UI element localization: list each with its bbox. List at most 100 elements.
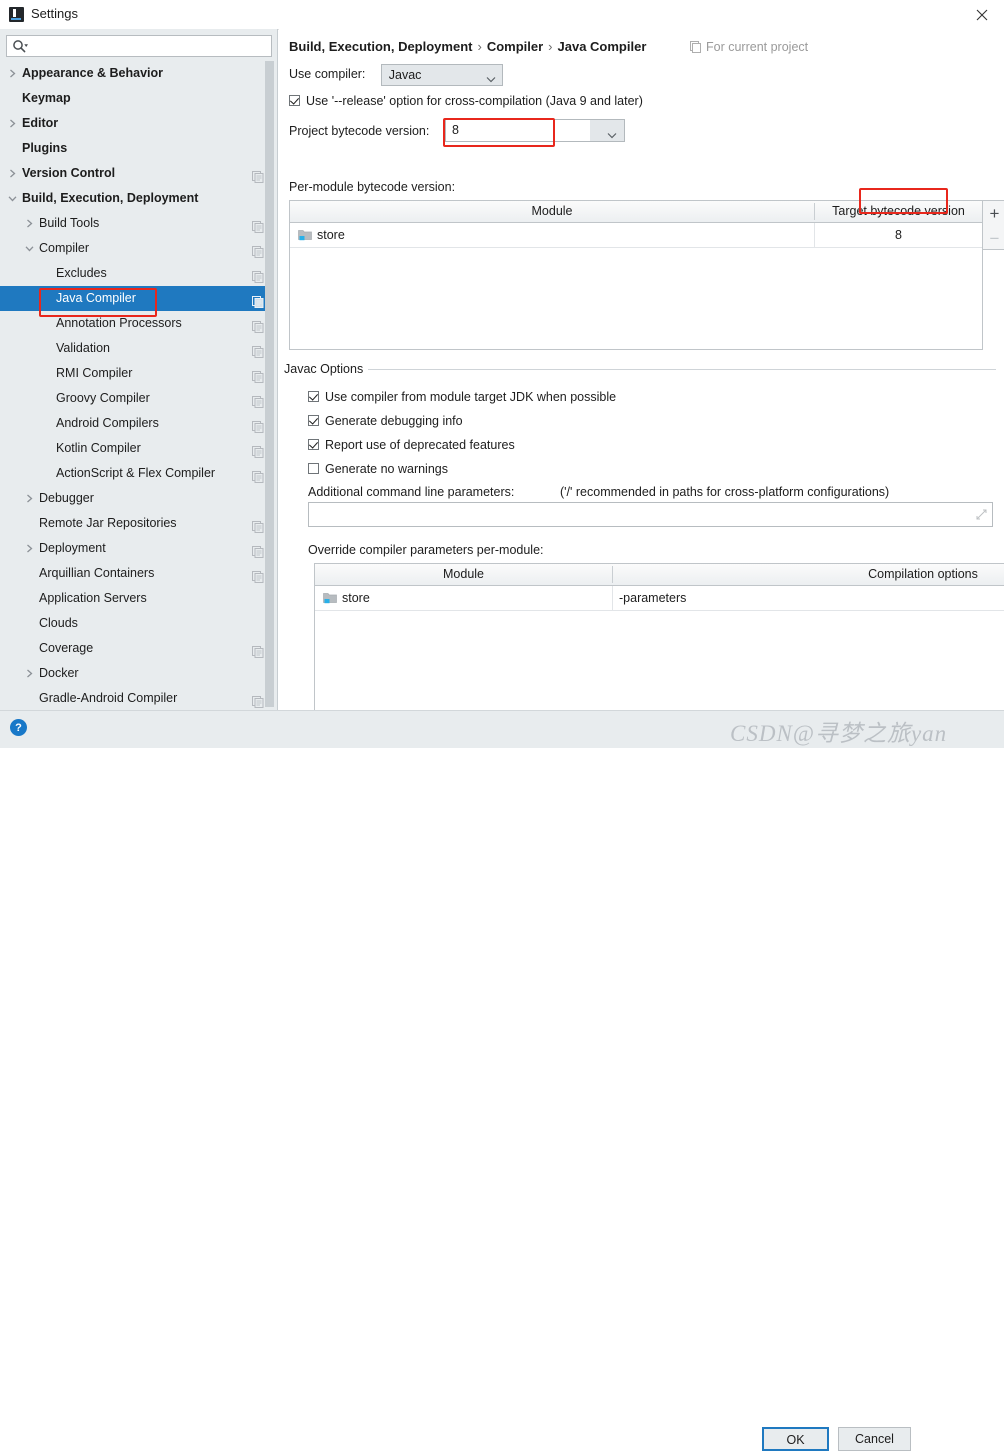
module-settings-icon[interactable] [252,467,264,483]
chevron-down-icon[interactable] [607,128,617,139]
sidebar-item-label: Clouds [39,616,78,630]
sidebar-item-plugins[interactable]: Plugins [0,136,272,161]
cell-target-bytecode-version[interactable]: 8 [815,223,982,247]
sidebar-item-clouds[interactable]: Clouds [0,611,272,636]
sidebar-item-remote-jar-repositories[interactable]: Remote Jar Repositories [0,511,272,536]
generate-debugging-info-checkbox-row[interactable]: Generate debugging info [308,414,463,428]
sidebar-item-java-compiler[interactable]: Java Compiler [0,286,272,311]
chevron-down-icon [486,72,496,83]
module-settings-icon[interactable] [252,217,264,233]
sidebar-item-compiler[interactable]: Compiler [0,236,272,261]
chevron-right-icon[interactable] [5,111,19,136]
module-settings-icon[interactable] [252,692,264,708]
table-row[interactable]: store -parameters [315,586,1004,611]
override-params-table[interactable]: Module Compilation options store -parame… [314,563,1004,711]
settings-tree[interactable]: Appearance & Behavior Keymap Editor Plugins… [0,61,272,711]
ok-button[interactable]: OK [762,1427,829,1451]
sidebar-scrollbar-thumb[interactable] [265,61,274,707]
release-option-label: Use '--release' option for cross-compila… [306,94,643,108]
breadcrumb-part-1[interactable]: Build, Execution, Deployment [289,39,472,54]
cancel-button[interactable]: Cancel [838,1427,911,1451]
help-button[interactable]: ? [10,719,27,736]
group-divider [351,369,996,370]
chevron-down-icon[interactable] [22,236,36,261]
chevron-right-icon[interactable] [22,661,36,686]
chevron-right-icon[interactable] [22,536,36,561]
chevron-right-icon[interactable] [5,161,19,186]
sidebar-item-actionscript-flex-compiler[interactable]: ActionScript & Flex Compiler [0,461,272,486]
column-header-module[interactable]: Module [315,564,612,585]
project-bytecode-version-input[interactable]: 8 [446,120,590,141]
sidebar-item-coverage[interactable]: Coverage [0,636,272,661]
dialog-footer: ? OK Cancel [0,710,1004,1451]
sidebar-item-application-servers[interactable]: Application Servers [0,586,272,611]
module-settings-icon[interactable] [252,642,264,658]
use-compiler-select[interactable]: Javac [380,64,503,86]
search-box[interactable] [6,35,272,57]
module-settings-icon[interactable] [252,367,264,383]
generate-no-warnings-checkbox[interactable] [308,463,319,474]
chevron-right-icon[interactable] [5,61,19,86]
use-compiler-row: Use compiler: Javac [289,64,503,86]
sidebar-item-android-compilers[interactable]: Android Compilers [0,411,272,436]
chevron-down-icon[interactable] [5,186,19,211]
module-settings-icon[interactable] [252,442,264,458]
sidebar-item-docker[interactable]: Docker [0,661,272,686]
module-settings-icon[interactable] [252,567,264,583]
sidebar-item-version-control[interactable]: Version Control [0,161,272,186]
sidebar-item-annotation-processors[interactable]: Annotation Processors [0,311,272,336]
settings-main-panel: Build, Execution, Deployment › Compiler › Ja… [279,29,1004,711]
sidebar-item-arquillian-containers[interactable]: Arquillian Containers [0,561,272,586]
module-settings-icon[interactable] [252,542,264,558]
generate-no-warnings-checkbox-row[interactable]: Generate no warnings [308,462,448,476]
sidebar-item-validation[interactable]: Validation [0,336,272,361]
use-module-jdk-compiler-checkbox-row[interactable]: Use compiler from module target JDK when… [308,390,616,404]
add-module-button[interactable]: + [983,203,1004,225]
column-header-target-bytecode-version[interactable]: Target bytecode version [815,201,982,222]
sidebar-item-appearance-behavior[interactable]: Appearance & Behavior [0,61,272,86]
sidebar-item-keymap[interactable]: Keymap [0,86,272,111]
sidebar-item-debugger[interactable]: Debugger [0,486,272,511]
settings-sidebar: Appearance & Behavior Keymap Editor Plugins… [0,29,278,711]
use-module-jdk-compiler-checkbox[interactable] [308,391,319,402]
remove-module-button[interactable]: − [983,228,1004,250]
module-settings-icon[interactable] [252,242,264,258]
additional-params-input[interactable] [308,502,993,527]
module-settings-icon[interactable] [252,292,264,308]
chevron-right-icon[interactable] [22,486,36,511]
chevron-right-icon[interactable] [22,211,36,236]
sidebar-item-rmi-compiler[interactable]: RMI Compiler [0,361,272,386]
search-icon [12,39,28,54]
sidebar-item-editor[interactable]: Editor [0,111,272,136]
sidebar-item-build-tools[interactable]: Build Tools [0,211,272,236]
module-settings-icon[interactable] [252,317,264,333]
module-settings-icon[interactable] [252,267,264,283]
sidebar-item-build-execution-deployment[interactable]: Build, Execution, Deployment [0,186,272,211]
breadcrumb-part-2[interactable]: Compiler [487,39,543,54]
module-settings-icon[interactable] [252,517,264,533]
expand-icon[interactable] [976,509,987,520]
table-row[interactable]: store 8 [290,223,982,248]
release-option-checkbox-row[interactable]: Use '--release' option for cross-compila… [289,94,643,108]
close-icon[interactable] [960,0,1004,29]
project-bytecode-version-select[interactable]: 8 [445,119,625,142]
cell-compilation-options[interactable]: -parameters [619,586,686,610]
report-deprecated-checkbox[interactable] [308,439,319,450]
sidebar-item-gradle-android-compiler[interactable]: Gradle-Android Compiler [0,686,272,711]
sidebar-item-excludes[interactable]: Excludes [0,261,272,286]
sidebar-item-kotlin-compiler[interactable]: Kotlin Compiler [0,436,272,461]
module-settings-icon[interactable] [252,342,264,358]
generate-debugging-info-checkbox[interactable] [308,415,319,426]
module-settings-icon[interactable] [252,392,264,408]
report-deprecated-checkbox-row[interactable]: Report use of deprecated features [308,438,515,452]
sidebar-item-deployment[interactable]: Deployment [0,536,272,561]
module-settings-icon[interactable] [252,167,264,183]
release-option-checkbox[interactable] [289,95,300,106]
per-module-bytecode-table[interactable]: Module Target bytecode version store 8 [289,200,983,350]
sidebar-item-groovy-compiler[interactable]: Groovy Compiler [0,386,272,411]
search-input[interactable] [32,37,271,57]
module-settings-icon[interactable] [252,417,264,433]
column-header-compilation-options[interactable]: Compilation options [613,564,1004,585]
column-header-module[interactable]: Module [290,201,814,222]
sidebar-item-label: Version Control [22,166,116,180]
